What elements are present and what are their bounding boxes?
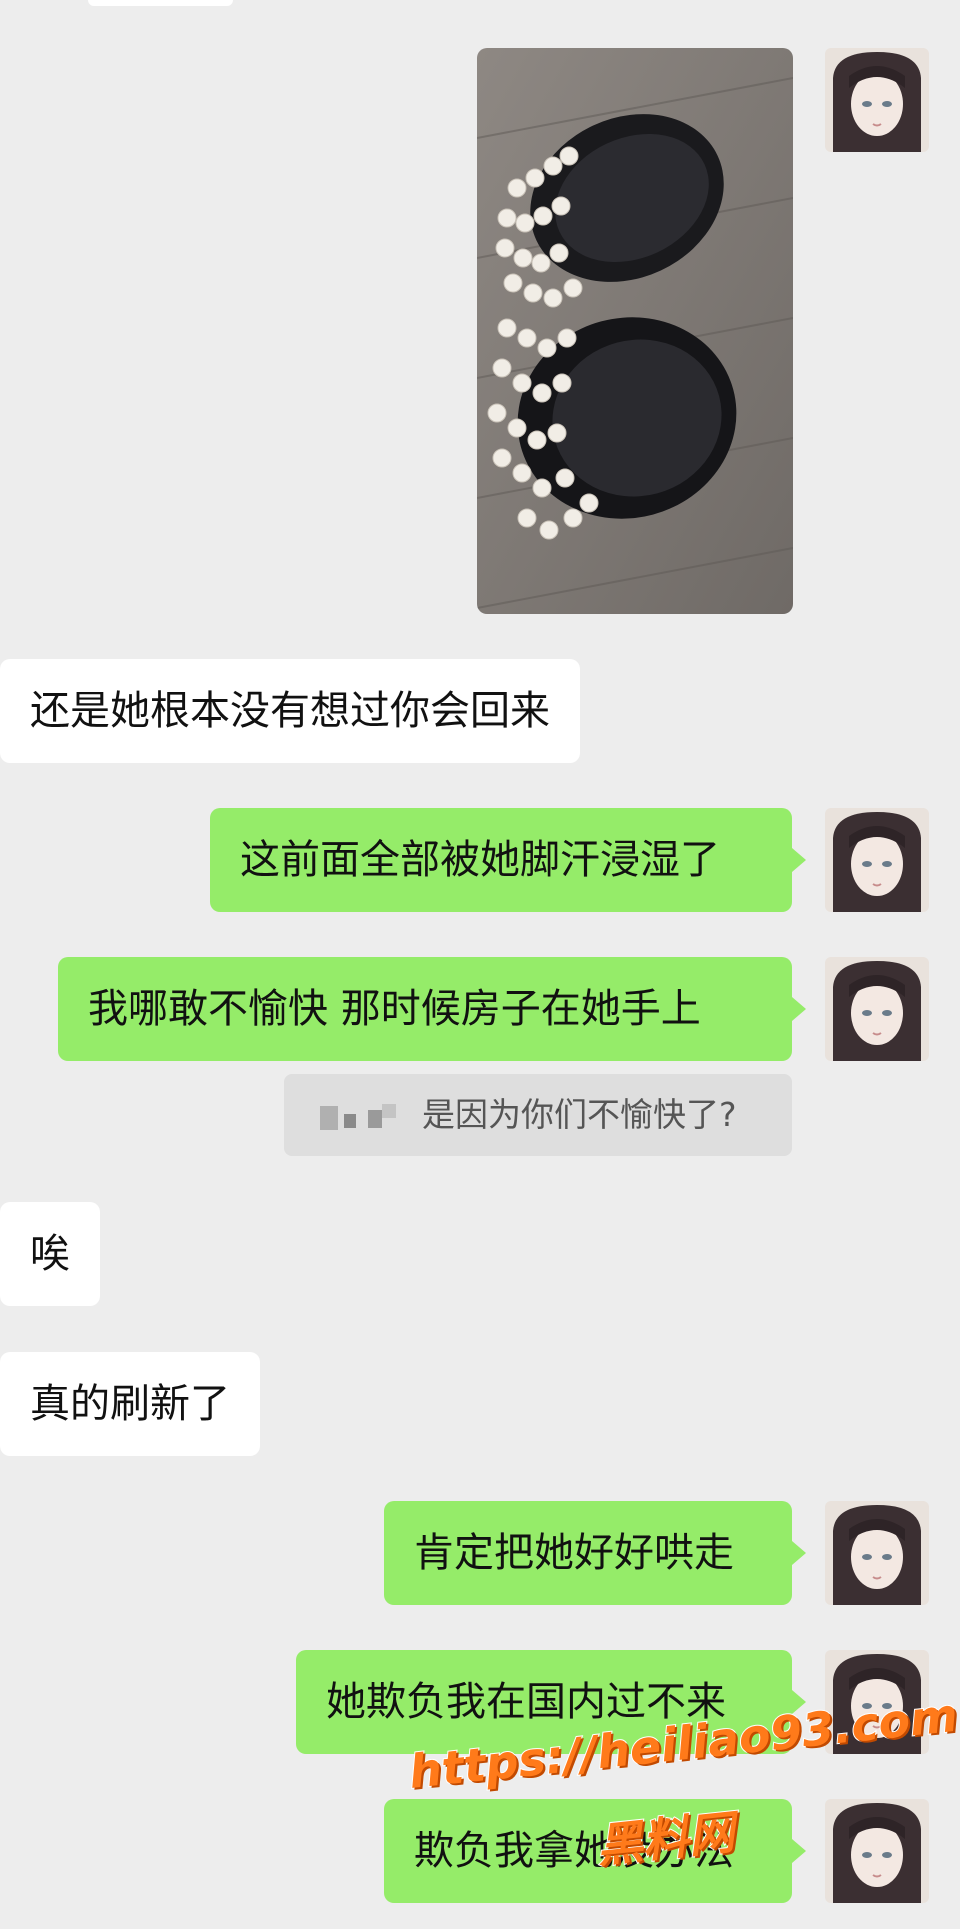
avatar[interactable] bbox=[825, 1501, 929, 1605]
message-incoming[interactable]: 还是她根本没有想过你会回来 bbox=[0, 659, 580, 763]
image-message[interactable] bbox=[477, 48, 793, 614]
message-text: 唉 bbox=[30, 1231, 70, 1277]
anime-girl-avatar-icon bbox=[825, 957, 929, 1061]
pearl-slippers-photo bbox=[477, 48, 793, 614]
message-outgoing[interactable]: 肯定把她好好哄走 bbox=[384, 1501, 792, 1605]
avatar[interactable] bbox=[825, 957, 929, 1061]
message-outgoing[interactable]: 我哪敢不愉快 那时候房子在她手上 bbox=[58, 957, 792, 1061]
anime-girl-avatar-icon bbox=[825, 1501, 929, 1605]
anime-girl-avatar-icon bbox=[825, 1799, 929, 1903]
quoted-text: 是因为你们不愉快了? bbox=[422, 1095, 737, 1134]
blurred-username bbox=[320, 1104, 400, 1132]
message-text: 真的刷新了 bbox=[30, 1381, 230, 1427]
avatar[interactable] bbox=[825, 808, 929, 912]
message-text: 还是她根本没有想过你会回来 bbox=[30, 688, 550, 734]
avatar[interactable] bbox=[825, 48, 929, 152]
anime-girl-avatar-icon bbox=[825, 48, 929, 152]
bubble-tail bbox=[792, 1839, 806, 1863]
quoted-reply[interactable]: 是因为你们不愉快了? bbox=[284, 1074, 792, 1156]
message-text: 肯定把她好好哄走 bbox=[414, 1530, 734, 1576]
message-incoming[interactable]: 唉 bbox=[0, 1202, 100, 1306]
message-text: 这前面全部被她脚汗浸湿了 bbox=[240, 837, 720, 883]
bubble-tail bbox=[792, 1541, 806, 1565]
message-outgoing[interactable]: 这前面全部被她脚汗浸湿了 bbox=[210, 808, 792, 912]
bubble-tail bbox=[792, 848, 806, 872]
anime-girl-avatar-icon bbox=[825, 808, 929, 912]
message-text: 我哪敢不愉快 那时候房子在她手上 bbox=[88, 986, 701, 1032]
message-incoming[interactable]: 真的刷新了 bbox=[0, 1352, 260, 1456]
partial-bubble-top bbox=[88, 0, 233, 6]
avatar[interactable] bbox=[825, 1799, 929, 1903]
bubble-tail bbox=[792, 997, 806, 1021]
